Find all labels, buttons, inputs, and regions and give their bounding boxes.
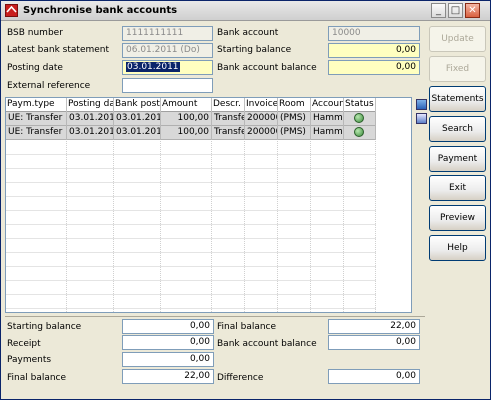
starting-balance-field[interactable]: 0,00 — [328, 43, 420, 58]
col-header-amount[interactable]: Amount — [161, 98, 212, 112]
col-header-status[interactable]: Status — [344, 98, 376, 112]
col-header-posting-date[interactable]: Posting date — [67, 98, 114, 112]
table-row[interactable]: UE: Transfer 03.01.2011 03.01.2011 100,0… — [6, 126, 376, 140]
cell-amount: 100,00 — [161, 112, 212, 126]
update-button[interactable]: Update — [429, 26, 486, 52]
window-title: Synchronise bank accounts — [23, 5, 178, 16]
summary-starting-balance-field[interactable]: 0,00 — [122, 319, 214, 334]
posting-date-field[interactable]: 03.01.2011 — [122, 60, 213, 75]
cell-account: Hammer — [311, 112, 344, 126]
cell-bank-posting: 03.01.2011 — [114, 126, 161, 140]
posting-date-label: Posting date — [7, 63, 63, 73]
status-ok-icon — [354, 113, 364, 123]
cell-room: (PMS) — [278, 126, 311, 140]
cell-account: Hammer — [311, 126, 344, 140]
external-reference-label: External reference — [7, 81, 91, 91]
starting-balance-label: Starting balance — [217, 45, 292, 55]
cell-amount: 100,00 — [161, 126, 212, 140]
summary-right-final-balance-label: Final balance — [217, 322, 277, 332]
bsb-number-label: BSB number — [7, 28, 63, 38]
external-reference-field[interactable] — [122, 78, 213, 93]
title-bar[interactable]: Synchronise bank accounts _ □ ✕ — [1, 1, 490, 21]
cell-invoice: 2000001 — [245, 126, 278, 140]
summary-final-balance-label: Final balance — [7, 373, 67, 383]
summary-bank-account-balance-label: Bank account balance — [217, 339, 317, 349]
transactions-table[interactable]: Paym.type Posting date Bank posting Amou… — [5, 97, 412, 313]
bsb-number-field[interactable]: 1111111111 — [122, 26, 213, 41]
cell-invoice: 2000001 — [245, 112, 278, 126]
summary-bank-account-balance-field[interactable]: 0,00 — [328, 335, 420, 350]
cell-posting-date: 03.01.2011 — [67, 112, 114, 126]
col-header-room[interactable]: Room — [278, 98, 311, 112]
cell-room: (PMS) — [278, 112, 311, 126]
close-button[interactable]: ✕ — [465, 3, 480, 18]
col-header-paym-type[interactable]: Paym.type — [6, 98, 67, 112]
summary-starting-balance-label: Starting balance — [7, 322, 82, 332]
exit-button[interactable]: Exit — [429, 175, 486, 201]
latest-statement-label: Latest bank statement — [7, 45, 110, 55]
minimize-button[interactable]: _ — [431, 3, 446, 18]
payment-button[interactable]: Payment — [429, 146, 486, 172]
summary-payments-label: Payments — [7, 355, 52, 365]
table-header: Paym.type Posting date Bank posting Amou… — [6, 98, 376, 112]
cell-bank-posting: 03.01.2011 — [114, 112, 161, 126]
cell-status — [344, 126, 376, 140]
cell-descr: Transfer — [212, 126, 245, 140]
summary-payments-field[interactable]: 0,00 — [122, 352, 214, 367]
cell-posting-date: 03.01.2011 — [67, 126, 114, 140]
cell-paym-type: UE: Transfer — [6, 112, 67, 126]
col-header-invoice[interactable]: Invoice no. — [245, 98, 278, 112]
col-header-descr[interactable]: Descr. — [212, 98, 245, 112]
maximize-button[interactable]: □ — [448, 3, 463, 18]
latest-statement-field[interactable]: 06.01.2011 (Do) — [122, 43, 213, 58]
summary-final-balance-field[interactable]: 22,00 — [122, 369, 214, 384]
cell-descr: Transfer — [212, 112, 245, 126]
statements-button[interactable]: Statements — [429, 86, 486, 112]
search-button[interactable]: Search — [429, 116, 486, 142]
fixed-button[interactable]: Fixed — [429, 56, 486, 82]
app-icon — [5, 4, 18, 17]
preview-button[interactable]: Preview — [429, 205, 486, 231]
grid-settings-icon[interactable] — [416, 113, 427, 124]
bank-account-balance-label: Bank account balance — [217, 63, 317, 73]
status-ok-icon — [354, 127, 364, 137]
summary-difference-field[interactable]: 0,00 — [328, 369, 420, 384]
summary-right-final-balance-field[interactable]: 22,00 — [328, 319, 420, 334]
sync-bank-accounts-window: Synchronise bank accounts _ □ ✕ BSB numb… — [0, 0, 491, 400]
help-button[interactable]: Help — [429, 235, 486, 261]
bank-account-field[interactable]: 10000 — [328, 26, 420, 41]
col-header-account[interactable]: Account — [311, 98, 344, 112]
empty-rows-area — [6, 141, 376, 312]
col-header-bank-posting[interactable]: Bank posting — [114, 98, 161, 112]
summary-difference-label: Difference — [217, 373, 264, 383]
summary-receipt-field[interactable]: 0,00 — [122, 335, 214, 350]
bank-account-label: Bank account — [217, 28, 279, 38]
cell-status — [344, 112, 376, 126]
cell-paym-type: UE: Transfer — [6, 126, 67, 140]
grid-view-icon[interactable] — [416, 99, 427, 110]
posting-date-value: 03.01.2011 — [126, 62, 180, 72]
bank-account-balance-field[interactable]: 0,00 — [328, 60, 420, 75]
summary-receipt-label: Receipt — [7, 339, 41, 349]
table-row[interactable]: UE: Transfer 03.01.2011 03.01.2011 100,0… — [6, 112, 376, 126]
